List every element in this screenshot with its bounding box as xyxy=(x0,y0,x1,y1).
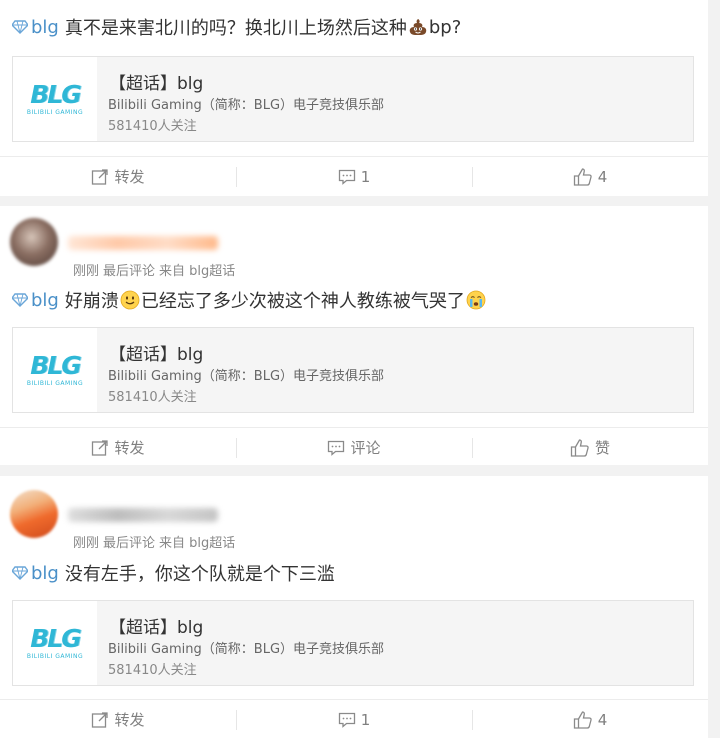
action-bar: 转发 评论 赞 xyxy=(0,427,708,467)
topic-description: Bilibili Gaming（简称：BLG）电子竞技俱乐部 xyxy=(108,98,385,113)
topic-card[interactable]: BLG BILIBILI GAMING 【超话】blg Bilibili Gam… xyxy=(12,600,694,686)
topic-followers: 581410人关注 xyxy=(108,119,197,134)
topic-card[interactable]: BLG BILIBILI GAMING 【超话】blg Bilibili Gam… xyxy=(12,327,694,413)
post-header: 刚刚 最后评论 来自 blg超话 xyxy=(10,490,410,551)
blg-logo: BLG BILIBILI GAMING xyxy=(13,328,97,412)
post-header: 刚刚 最后评论 来自 blg超话 xyxy=(10,218,410,279)
diamond-icon xyxy=(12,293,28,307)
like-button[interactable]: 4 xyxy=(472,708,708,732)
username-blurred[interactable] xyxy=(68,508,218,522)
blg-logo: BLG BILIBILI GAMING xyxy=(13,57,97,141)
topic-followers: 581410人关注 xyxy=(108,390,197,405)
topic-followers: 581410人关注 xyxy=(108,663,197,678)
like-label: 赞 xyxy=(594,439,610,457)
repost-icon xyxy=(92,711,109,728)
blg-logo: BLG BILIBILI GAMING xyxy=(13,601,97,685)
diamond-icon xyxy=(12,20,28,34)
like-button[interactable]: 赞 xyxy=(472,436,708,460)
post-text-body: 没有左手，你这个队就是个下三滥 xyxy=(64,564,335,585)
avatar[interactable] xyxy=(10,490,58,538)
thumbs-up-icon xyxy=(573,167,592,186)
repost-label: 转发 xyxy=(114,168,145,186)
topic-tag-link[interactable]: blg xyxy=(31,17,59,38)
post-text: blg 真不是来害北川的吗？换北川上场然后这种 bp? xyxy=(12,14,461,40)
thumbs-up-icon xyxy=(573,710,592,729)
comment-icon xyxy=(328,440,345,456)
comment-button[interactable]: 1 xyxy=(236,708,472,732)
like-button[interactable]: 4 xyxy=(472,165,708,189)
thumbs-up-icon xyxy=(570,438,589,457)
avatar[interactable] xyxy=(10,218,58,266)
topic-title: 【超话】blg xyxy=(109,74,204,94)
topic-title: 【超话】blg xyxy=(109,345,204,365)
topic-tag-link[interactable]: blg xyxy=(31,563,59,584)
post-text-body: 好崩溃 xyxy=(64,291,119,312)
username-blurred[interactable] xyxy=(68,236,218,250)
comment-label: 评论 xyxy=(350,439,381,457)
post-card: 刚刚 最后评论 来自 blg超话 blg 好崩溃 已经忘了多少次被这个神人教练被气哭… xyxy=(0,206,708,465)
poop-emoji-icon xyxy=(409,19,427,35)
diamond-icon xyxy=(12,566,28,580)
comment-count: 1 xyxy=(360,167,371,186)
repost-button[interactable]: 转发 xyxy=(0,708,236,732)
repost-button[interactable]: 转发 xyxy=(0,436,236,460)
repost-button[interactable]: 转发 xyxy=(0,165,236,189)
post-meta: 刚刚 最后评论 来自 blg超话 xyxy=(73,536,236,551)
post-text-tail: bp? xyxy=(428,16,462,38)
repost-label: 转发 xyxy=(114,711,145,729)
post-card: 刚刚 最后评论 来自 blg超话 blg 没有左手，你这个队就是个下三滥 BLG B… xyxy=(0,476,708,738)
comment-icon xyxy=(338,169,355,185)
topic-card[interactable]: BLG BILIBILI GAMING 【超话】blg Bilibili Gam… xyxy=(12,56,694,142)
action-bar: 转发 1 4 xyxy=(0,156,708,196)
topic-description: Bilibili Gaming（简称：BLG）电子竞技俱乐部 xyxy=(108,642,385,657)
topic-description: Bilibili Gaming（简称：BLG）电子竞技俱乐部 xyxy=(108,369,385,384)
crying-emoji-icon xyxy=(466,290,486,310)
post-text-middle: 已经忘了多少次被这个神人教练被气哭了 xyxy=(140,291,465,312)
post-text: blg 没有左手，你这个队就是个下三滥 xyxy=(12,560,335,586)
topic-tag-link[interactable]: blg xyxy=(31,290,59,311)
repost-icon xyxy=(92,168,109,185)
action-bar: 转发 1 4 xyxy=(0,699,708,738)
comment-icon xyxy=(338,712,355,728)
repost-label: 转发 xyxy=(114,439,145,457)
topic-title: 【超话】blg xyxy=(109,618,204,638)
post-text-body: 真不是来害北川的吗？换北川上场然后这种 xyxy=(64,18,407,39)
post-card: blg 真不是来害北川的吗？换北川上场然后这种 bp? BLG BILIBILI… xyxy=(0,0,708,196)
comment-button[interactable]: 1 xyxy=(236,165,472,189)
post-meta: 刚刚 最后评论 来自 blg超话 xyxy=(73,264,236,279)
comment-count: 1 xyxy=(360,710,371,729)
repost-icon xyxy=(92,439,109,456)
post-text: blg 好崩溃 已经忘了多少次被这个神人教练被气哭了 xyxy=(12,287,487,313)
comment-button[interactable]: 评论 xyxy=(236,436,472,460)
like-count: 4 xyxy=(597,710,608,729)
like-count: 4 xyxy=(597,167,608,186)
smile-emoji-icon xyxy=(120,290,140,310)
